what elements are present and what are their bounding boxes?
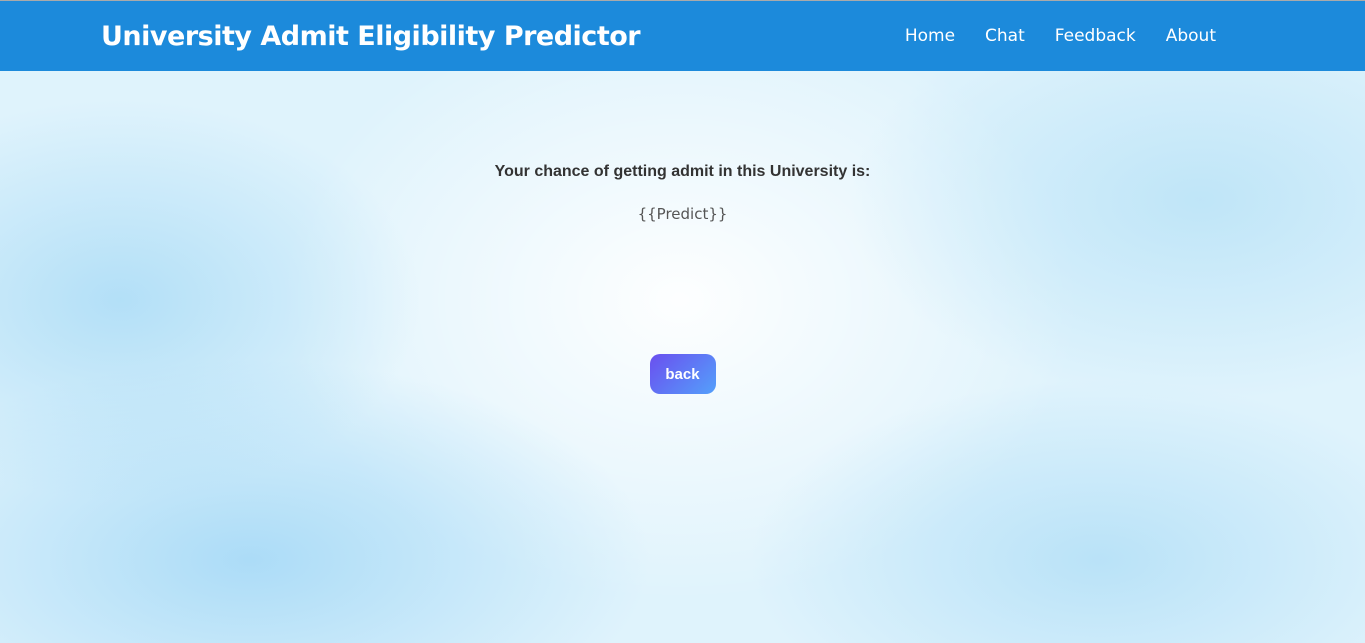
nav-links: Home Chat Feedback About [905,26,1216,46]
main-content: Your chance of getting admit in this Uni… [0,163,1365,394]
back-button[interactable]: back [649,354,716,394]
result-label: Your chance of getting admit in this Uni… [494,163,871,180]
navbar: University Admit Eligibility Predictor H… [0,1,1365,71]
nav-home[interactable]: Home [905,26,955,46]
site-title: University Admit Eligibility Predictor [101,20,641,52]
nav-about[interactable]: About [1166,26,1216,46]
prediction-value: {{Predict}} [637,205,728,223]
nav-feedback[interactable]: Feedback [1055,26,1136,46]
nav-chat[interactable]: Chat [985,26,1025,46]
